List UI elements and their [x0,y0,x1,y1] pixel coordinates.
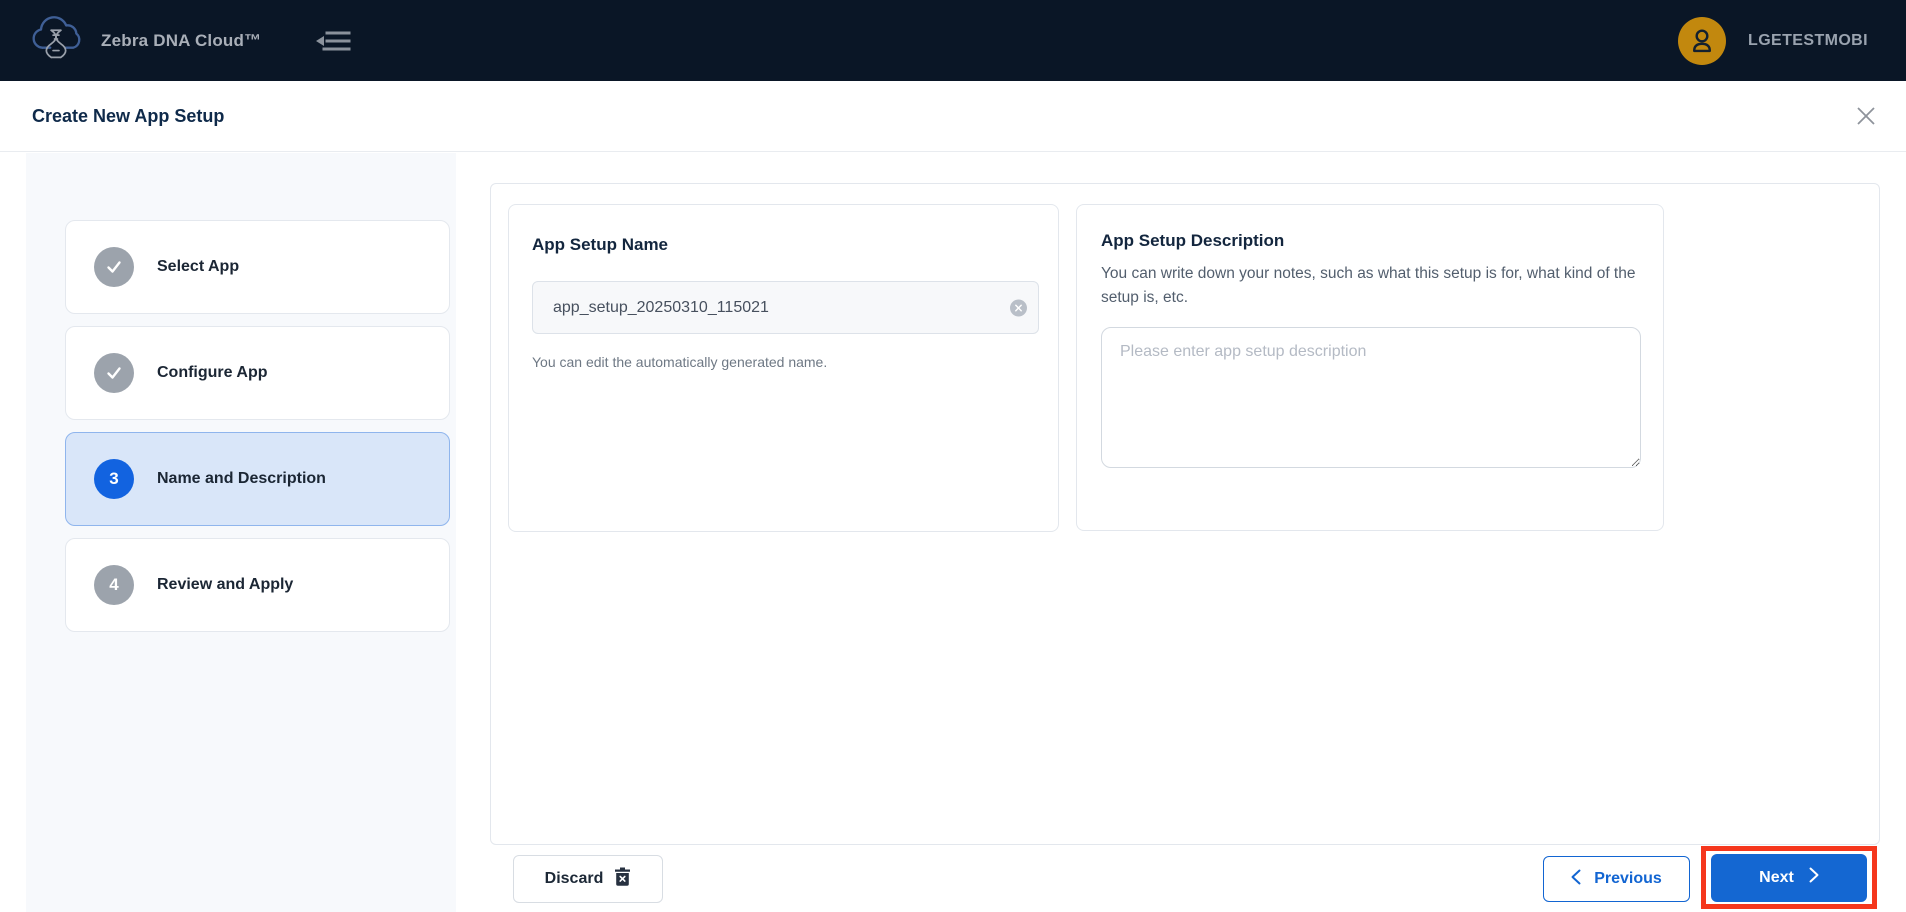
step-label: Review and Apply [157,576,294,593]
page-title: Create New App Setup [32,105,225,126]
app-setup-name-title: App Setup Name [532,235,669,254]
wizard-steps: Select App Configure App 3 Name and Desc… [26,153,456,632]
close-icon[interactable] [1850,100,1882,132]
next-label: Next [1759,868,1794,886]
step-review-and-apply[interactable]: 4 Review and Apply [65,538,450,632]
user-menu[interactable]: LGETESTMOBI [1678,16,1868,65]
collapse-menu-icon[interactable] [315,27,351,55]
step-configure-app[interactable]: Configure App [65,326,450,420]
app-setup-name-input-wrap [532,281,1039,334]
next-button-highlight-annotation: Next [1701,846,1877,909]
app-setup-description-textarea[interactable] [1101,327,1641,468]
discard-button[interactable]: Discard [513,855,663,903]
step-done-check-icon [94,353,134,393]
app-setup-name-helper: You can edit the automatically generated… [532,354,828,370]
step-number-badge: 3 [94,459,134,499]
username-label: LGETESTMOBI [1748,31,1868,49]
app-setup-name-input[interactable] [532,281,1039,334]
step-label: Name and Description [157,470,326,487]
step-name-and-description[interactable]: 3 Name and Description [65,432,450,526]
app-setup-description-card: App Setup Description You can write down… [1076,204,1664,531]
topbar: Zebra DNA Cloud™ LGETESTMOBI [0,0,1906,81]
step-content-panel: App Setup Name You can edit the automati… [490,183,1880,845]
page-header: Create New App Setup [0,81,1906,152]
step-select-app[interactable]: Select App [65,220,450,314]
trash-icon [614,867,631,891]
form-cards-row: App Setup Name You can edit the automati… [508,204,1664,532]
app-setup-description-subtitle: You can write down your notes, such as w… [1101,265,1636,306]
chevron-left-icon [1571,869,1581,890]
discard-label: Discard [544,870,604,887]
step-label: Select App [157,258,240,275]
next-button[interactable]: Next [1711,853,1867,902]
previous-label: Previous [1594,870,1662,887]
app-setup-name-card: App Setup Name You can edit the automati… [508,204,1059,532]
wizard-sidebar: Select App Configure App 3 Name and Desc… [26,153,456,912]
clear-input-icon[interactable] [1010,299,1027,316]
chevron-right-icon [1809,867,1819,888]
previous-button[interactable]: Previous [1543,856,1690,902]
user-avatar[interactable] [1678,16,1727,65]
zebra-dna-cloud-logo-icon [27,9,85,72]
step-done-check-icon [94,247,134,287]
step-number-badge: 4 [94,565,134,605]
app-setup-description-title: App Setup Description [1101,231,1285,250]
app-title: Zebra DNA Cloud™ [101,30,262,50]
step-label: Configure App [157,364,268,381]
